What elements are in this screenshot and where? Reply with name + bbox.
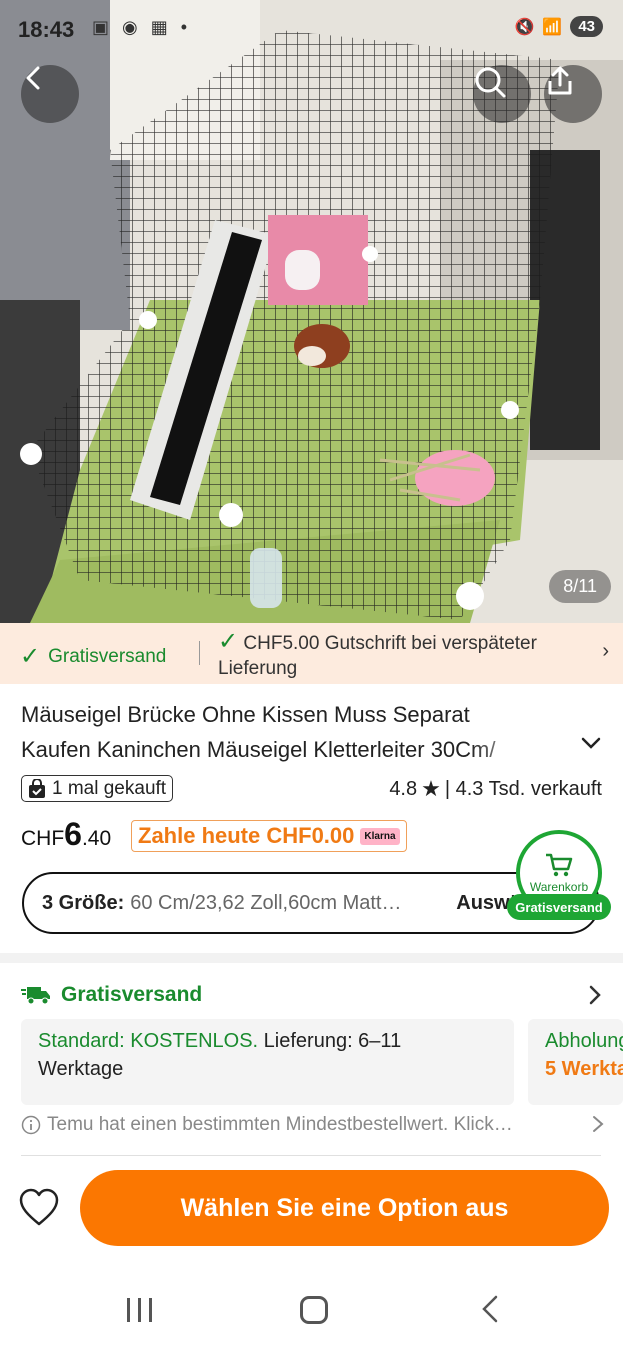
shipping-heading[interactable]: Gratisversand (21, 983, 202, 1007)
size-label: 3 Größe: (42, 891, 125, 914)
min-order-notice[interactable]: Temu hat einen bestimmten Mindestbestell… (21, 1114, 591, 1136)
divider-line (21, 1155, 601, 1156)
product-title-line1: Mäuseigel Brücke Ohne Kissen Muss Separa… (21, 702, 470, 727)
title-fade (470, 732, 570, 768)
cart-free-shipping-pill: Gratisversand (507, 894, 611, 920)
system-icons: 🔇 📶 43 (514, 16, 603, 37)
chevron-down-icon[interactable] (580, 732, 602, 754)
cart-label: Warenkorb (529, 880, 589, 894)
klarna-logo: Klarna (360, 827, 400, 845)
truck-icon (21, 987, 50, 1005)
chevron-right-icon (593, 1116, 604, 1132)
delivery-time: Lieferung: 6–11 (263, 1030, 402, 1052)
recent-apps-button[interactable] (127, 1298, 152, 1322)
check-icon: ✓ (218, 628, 239, 655)
sold-count: | 4.3 Tsd. verkauft (444, 777, 602, 800)
info-icon (21, 1115, 41, 1135)
status-bar: 18:43 ▣ ◉ ▦ • 🔇 📶 43 (0, 0, 623, 58)
standard-shipping-card[interactable]: Standard: KOSTENLOS. Lieferung: 6–11 Wer… (21, 1019, 514, 1105)
rating-summary[interactable]: 4.8 ★ | 4.3 Tsd. verkauft (389, 776, 602, 802)
price: CHF 6 .40 (21, 816, 111, 853)
search-icon (475, 67, 506, 98)
home-button[interactable] (300, 1296, 328, 1324)
rating-value: 4.8 (389, 777, 418, 800)
system-back-icon[interactable] (480, 1294, 500, 1324)
chevron-left-icon (26, 66, 40, 90)
late-delivery-credit: ✓ CHF5.00 Gutschrift bei verspäteter Lie… (218, 629, 578, 681)
check-icon: ✓ (20, 643, 41, 670)
status-time: 18:43 (18, 17, 75, 42)
image-pager: 8/11 (549, 570, 611, 603)
shipping-heading-text: Gratisversand (61, 983, 203, 1006)
heart-icon[interactable] (18, 1188, 60, 1228)
share-icon (548, 66, 572, 95)
bought-count: 1 mal gekauft (52, 777, 167, 799)
star-icon: ★ (421, 776, 441, 801)
price-currency: CHF (21, 827, 65, 850)
banner-separator (199, 641, 200, 665)
cart-icon (546, 853, 573, 877)
share-button[interactable] (544, 65, 602, 123)
chevron-right-icon: › (602, 640, 609, 662)
bag-check-icon (29, 778, 45, 798)
wifi-icon: 📶 (542, 18, 563, 36)
pay-today-text: Zahle heute CHF0.00 (138, 823, 355, 848)
size-value: 60 Cm/23,62 Zoll,60cm Matt… (130, 891, 402, 914)
standard-label: Standard: KOSTENLOS. (38, 1030, 259, 1052)
pickup-card[interactable]: Abholung 5 Werktage (528, 1019, 623, 1105)
select-option-button[interactable]: Wählen Sie eine Option aus (80, 1170, 609, 1246)
search-button[interactable] (473, 65, 531, 123)
bought-badge: 1 mal gekauft (21, 775, 174, 802)
notification-icons: ▣ ◉ ▦ • (92, 17, 192, 37)
section-divider (0, 953, 623, 963)
notice-text: Temu hat einen bestimmten Mindestbestell… (47, 1114, 513, 1135)
free-shipping-note: ✓ Gratisversand (20, 642, 166, 671)
shipping-banner[interactable]: ✓ Gratisversand ✓ CHF5.00 Gutschrift bei… (0, 623, 623, 684)
pickup-days: 5 Werktage (545, 1058, 623, 1080)
back-button[interactable] (21, 65, 79, 123)
chevron-right-icon[interactable] (587, 984, 603, 1006)
mute-icon: 🔇 (514, 18, 535, 36)
price-cents: .40 (81, 827, 112, 850)
free-shipping-label: Gratisversand (48, 645, 167, 667)
battery-indicator: 43 (570, 16, 603, 37)
product-image[interactable]: 18:43 ▣ ◉ ▦ • 🔇 📶 43 8/11 (0, 0, 623, 623)
pay-today-badge[interactable]: Zahle heute CHF0.00 Klarna (131, 820, 407, 852)
delivery-time-unit: Werktage (38, 1058, 124, 1080)
pickup-label: Abholung (545, 1030, 623, 1052)
credit-text: CHF5.00 Gutschrift bei verspäteter Liefe… (218, 633, 537, 679)
price-main: 6 (64, 816, 82, 852)
